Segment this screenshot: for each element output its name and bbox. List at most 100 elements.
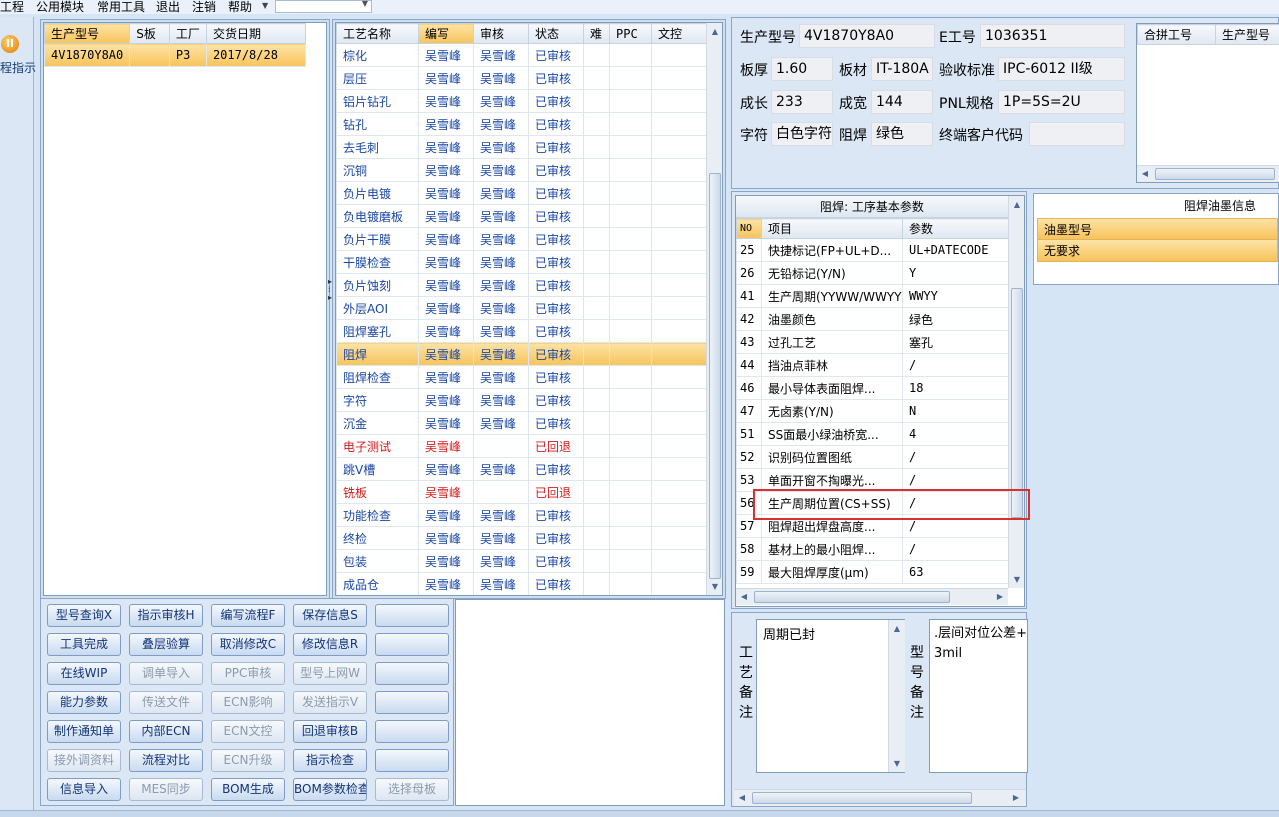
- table-row[interactable]: 电子测试 吴雪峰 已回退: [336, 434, 707, 458]
- action-button[interactable]: 取消修改C: [211, 633, 285, 656]
- col-writer[interactable]: 编写: [418, 23, 474, 44]
- action-button[interactable]: 发送指示V: [293, 691, 367, 714]
- table-row[interactable]: 干膜检查 吴雪峰 吴雪峰 已审核: [336, 250, 707, 274]
- table-row[interactable]: 字符 吴雪峰 吴雪峰 已审核: [336, 388, 707, 412]
- col-reviewer[interactable]: 审核: [473, 23, 529, 44]
- table-row[interactable]: 46 最小导体表面阻焊... 18: [736, 376, 1009, 400]
- standard-field[interactable]: IPC-6012 II级: [998, 57, 1125, 81]
- table-row[interactable]: 51 SS面最小绿油桥宽... 4: [736, 422, 1009, 446]
- action-button[interactable]: 叠层验算: [129, 633, 203, 656]
- action-button[interactable]: 在线WIP: [47, 662, 121, 685]
- table-row[interactable]: 负片干膜 吴雪峰 吴雪峰 已审核: [336, 227, 707, 251]
- action-button[interactable]: 指示审核H: [129, 604, 203, 627]
- table-row[interactable]: 铝片钻孔 吴雪峰 吴雪峰 已审核: [336, 89, 707, 113]
- action-button[interactable]: PPC审核: [211, 662, 285, 685]
- splitter-handle-icon[interactable]: ▸ ⁞ ▸: [328, 278, 332, 302]
- table-row[interactable]: 47 无卤素(Y/N) N: [736, 399, 1009, 423]
- col-process-name[interactable]: 工艺名称: [336, 23, 419, 44]
- table-row[interactable]: 负电镀磨板 吴雪峰 吴雪峰 已审核: [336, 204, 707, 228]
- table-row[interactable]: 41 生产周期(YYWW/WWYY) WWYY: [736, 284, 1009, 308]
- scroll-left-icon[interactable]: ◀: [736, 589, 752, 605]
- toolbar-combo[interactable]: ▼: [275, 0, 372, 13]
- ink-column-header[interactable]: 油墨型号: [1037, 218, 1278, 240]
- notes-scrollbar[interactable]: ▲ ▼: [888, 620, 905, 772]
- table-row[interactable]: 铣板 吴雪峰 已回退: [336, 480, 707, 504]
- action-button[interactable]: 制作通知单: [47, 720, 121, 743]
- table-row[interactable]: 44 挡油点菲林 /: [736, 353, 1009, 377]
- menu-tools[interactable]: 常用工具: [97, 0, 145, 15]
- notes-hscrollbar[interactable]: ◀ ▶: [734, 789, 1026, 806]
- menu-help[interactable]: 帮助: [228, 0, 252, 15]
- empty-button[interactable]: [375, 749, 449, 772]
- thickness-field[interactable]: 1.60: [771, 57, 833, 81]
- action-button[interactable]: BOM参数检查: [293, 778, 367, 801]
- scroll-thumb[interactable]: [1011, 288, 1023, 518]
- scroll-thumb[interactable]: [1155, 168, 1275, 180]
- table-row[interactable]: 42 油墨颜色 绿色: [736, 307, 1009, 331]
- menu-common-modules[interactable]: 公用模块: [36, 0, 84, 15]
- action-button[interactable]: 调单导入: [129, 662, 203, 685]
- scroll-right-icon[interactable]: ▶: [992, 589, 1008, 605]
- scroll-thumb[interactable]: [752, 792, 972, 804]
- material-field[interactable]: IT-180A: [871, 57, 933, 81]
- table-row[interactable]: 层压 吴雪峰 吴雪峰 已审核: [336, 66, 707, 90]
- empty-button[interactable]: [375, 662, 449, 685]
- col-no[interactable]: NO: [736, 218, 762, 239]
- menu-exit[interactable]: 退出: [156, 0, 180, 15]
- table-row[interactable]: 阻焊塞孔 吴雪峰 吴雪峰 已审核: [336, 319, 707, 343]
- menu-logout[interactable]: 注销: [192, 0, 216, 15]
- params-hscrollbar[interactable]: ◀ ▶: [736, 588, 1008, 605]
- table-row[interactable]: 沉金 吴雪峰 吴雪峰 已审核: [336, 411, 707, 435]
- table-row[interactable]: 58 基材上的最小阻焊... /: [736, 537, 1009, 561]
- chevron-down-icon[interactable]: ▼: [362, 0, 368, 8]
- table-row[interactable]: 钻孔 吴雪峰 吴雪峰 已审核: [336, 112, 707, 136]
- menu-project[interactable]: 工程: [0, 0, 24, 15]
- table-row[interactable]: 外层AOI 吴雪峰 吴雪峰 已审核: [336, 296, 707, 320]
- table-row[interactable]: 跳V槽 吴雪峰 吴雪峰 已审核: [336, 457, 707, 481]
- scroll-up-icon[interactable]: ▲: [707, 23, 722, 40]
- col-status[interactable]: 状态: [528, 23, 584, 44]
- process-notes-field[interactable]: 周期已封 ▲ ▼: [756, 619, 905, 773]
- col-doc-control[interactable]: 文控: [651, 23, 707, 44]
- table-row[interactable]: 52 识别码位置图纸 /: [736, 445, 1009, 469]
- table-row[interactable]: 沉铜 吴雪峰 吴雪峰 已审核: [336, 158, 707, 182]
- scroll-left-icon[interactable]: ◀: [1137, 166, 1153, 182]
- action-button[interactable]: 修改信息R: [293, 633, 367, 656]
- action-button[interactable]: 信息导入: [47, 778, 121, 801]
- table-row[interactable]: 4V1870Y8A0 P3 2017/8/28: [43, 43, 307, 67]
- table-row[interactable]: 59 最大阻焊厚度(μm) 63: [736, 560, 1009, 584]
- nav-process-instruction[interactable]: 程指示: [0, 27, 36, 83]
- col-merge-no[interactable]: 合拼工号: [1137, 24, 1216, 45]
- params-scrollbar[interactable]: ▲ ▼: [1008, 196, 1024, 588]
- action-button[interactable]: 保存信息S: [293, 604, 367, 627]
- scroll-up-icon[interactable]: ▲: [1009, 196, 1024, 213]
- scroll-down-icon[interactable]: ▼: [707, 578, 722, 595]
- pnl-field[interactable]: 1P=5S=2U: [998, 90, 1125, 114]
- process-scrollbar[interactable]: ▲ ▼: [706, 23, 722, 595]
- empty-button[interactable]: [375, 691, 449, 714]
- scroll-up-icon[interactable]: ▲: [889, 620, 905, 637]
- empty-button[interactable]: [375, 633, 449, 656]
- action-button[interactable]: 能力参数: [47, 691, 121, 714]
- scroll-down-icon[interactable]: ▼: [1009, 571, 1024, 588]
- merge-hscrollbar[interactable]: ◀: [1137, 165, 1279, 182]
- col-merge-model[interactable]: 生产型号: [1215, 24, 1279, 45]
- table-row[interactable]: 成品仓 吴雪峰 吴雪峰 已审核: [336, 572, 707, 595]
- action-button[interactable]: BOM生成: [211, 778, 285, 801]
- eno-field[interactable]: 1036351: [980, 24, 1125, 48]
- action-button[interactable]: 工具完成: [47, 633, 121, 656]
- action-button[interactable]: 编写流程F: [211, 604, 285, 627]
- table-row[interactable]: 功能检查 吴雪峰 吴雪峰 已审核: [336, 503, 707, 527]
- width-field[interactable]: 144: [871, 90, 933, 114]
- mask-field[interactable]: 绿色: [871, 122, 933, 146]
- table-row[interactable]: 阻焊 吴雪峰 吴雪峰 已审核: [336, 342, 707, 366]
- table-row[interactable]: 26 无铅标记(Y/N) Y: [736, 261, 1009, 285]
- table-row[interactable]: 终检 吴雪峰 吴雪峰 已审核: [336, 526, 707, 550]
- action-button[interactable]: MES同步: [129, 778, 203, 801]
- col-item[interactable]: 项目: [761, 218, 903, 239]
- table-row[interactable]: 负片电镀 吴雪峰 吴雪峰 已审核: [336, 181, 707, 205]
- action-button[interactable]: 回退审核B: [293, 720, 367, 743]
- table-row[interactable]: 43 过孔工艺 塞孔: [736, 330, 1009, 354]
- action-button[interactable]: 接外调资料: [47, 749, 121, 772]
- col-ppc[interactable]: PPC: [609, 23, 652, 44]
